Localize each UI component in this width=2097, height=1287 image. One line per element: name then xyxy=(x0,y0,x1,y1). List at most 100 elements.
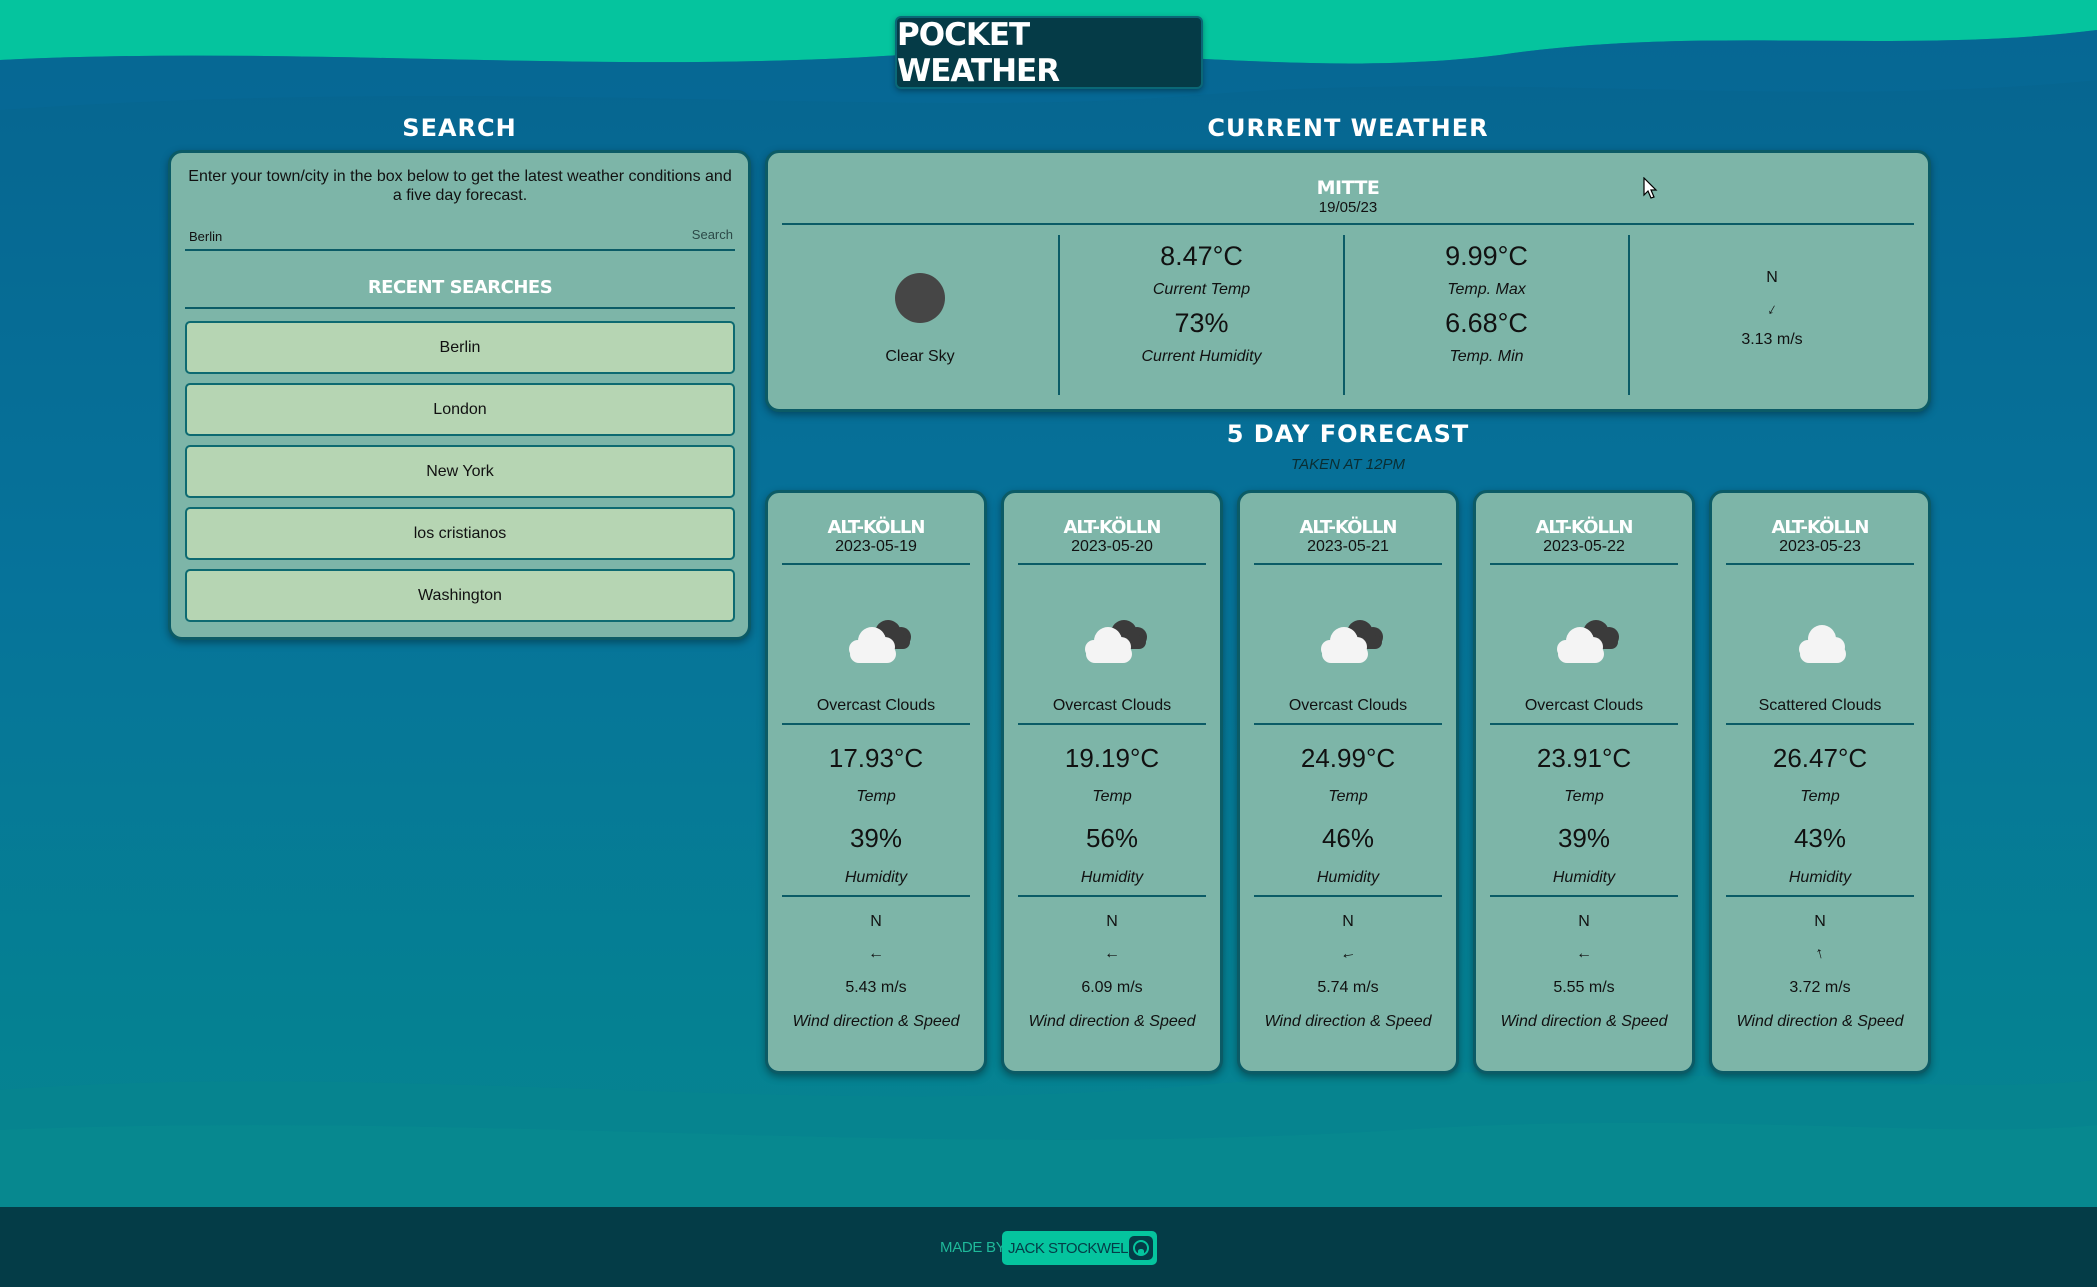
search-intro: Enter your town/city in the box below to… xyxy=(188,168,732,204)
forecast-humidity: 39% xyxy=(1557,823,1611,853)
wind-direction-label: N xyxy=(1766,269,1778,286)
recent-search-item[interactable]: New York xyxy=(185,445,735,498)
current-condition-col: Clear Sky xyxy=(782,235,1058,395)
forecast-date: 2023-05-21 xyxy=(1307,538,1389,555)
recent-searches-heading: RECENT SEARCHES xyxy=(185,277,735,309)
made-by-label: MADE BY xyxy=(940,1239,1006,1256)
author-link[interactable]: JACK STOCKWELL xyxy=(1002,1231,1157,1265)
forecast-wind-label: Wind direction & Speed xyxy=(792,1013,960,1030)
forecast-wind-speed: 5.43 m/s xyxy=(845,979,907,996)
forecast-humidity: 43% xyxy=(1793,823,1847,853)
search-button[interactable]: Search xyxy=(692,227,733,242)
scattered-cloud-icon xyxy=(1782,611,1864,671)
wind-arrow-icon: ← xyxy=(1104,945,1120,962)
forecast-city: ALT-KÖLLN xyxy=(1299,517,1398,538)
forecast-humidity: 46% xyxy=(1321,823,1375,853)
forecast-header: ALT-KÖLLN 2023-05-20 xyxy=(1018,517,1206,565)
forecast-temp-label: Temp xyxy=(1564,788,1604,805)
forecast-wind-direction-label: N xyxy=(1342,913,1354,930)
forecast-wind-speed: 3.72 m/s xyxy=(1789,979,1851,996)
forecast-temp: 26.47°C xyxy=(1772,743,1868,773)
current-weather-panel: MITTE 19/05/23 Clear Sky 8.47°C Current … xyxy=(765,150,1931,412)
temp-min-label: Temp. Min xyxy=(1449,348,1524,365)
wind-arrow-icon: ↑ xyxy=(1813,944,1826,963)
forecast-wind-direction-label: N xyxy=(1106,913,1118,930)
search-heading: SEARCH xyxy=(402,114,517,142)
clear-sky-icon xyxy=(895,273,945,323)
overcast-cloud-icon xyxy=(1310,611,1392,671)
forecast-wind-label: Wind direction & Speed xyxy=(1736,1013,1904,1030)
forecast-condition: Overcast Clouds xyxy=(1018,697,1206,725)
forecast-humidity-label: Humidity xyxy=(1490,869,1678,897)
forecast-wind-label: Wind direction & Speed xyxy=(1500,1013,1668,1030)
temp-max: 9.99°C xyxy=(1445,241,1528,271)
forecast-wind-speed: 5.74 m/s xyxy=(1317,979,1379,996)
forecast-header: ALT-KÖLLN 2023-05-21 xyxy=(1254,517,1442,565)
current-temp: 8.47°C xyxy=(1160,241,1243,271)
wind-arrow-icon: ↓ xyxy=(1764,300,1780,319)
forecast-city: ALT-KÖLLN xyxy=(827,517,926,538)
forecast-subheading: TAKEN AT 12PM xyxy=(1291,456,1405,473)
search-input[interactable] xyxy=(185,225,655,247)
forecast-heading: 5 DAY FORECAST xyxy=(1226,420,1470,448)
forecast-condition: Overcast Clouds xyxy=(1490,697,1678,725)
forecast-temp-label: Temp xyxy=(856,788,896,805)
recent-search-item[interactable]: Washington xyxy=(185,569,735,622)
wind-arrow-icon: ← xyxy=(1576,945,1592,962)
forecast-header: ALT-KÖLLN 2023-05-19 xyxy=(782,517,970,565)
forecast-header: ALT-KÖLLN 2023-05-22 xyxy=(1490,517,1678,565)
current-humidity-label: Current Humidity xyxy=(1141,348,1262,365)
forecast-city: ALT-KÖLLN xyxy=(1771,517,1870,538)
recent-search-item[interactable]: Berlin xyxy=(185,321,735,374)
forecast-humidity: 56% xyxy=(1085,823,1139,853)
forecast-humidity-label: Humidity xyxy=(1254,869,1442,897)
forecast-wind-direction-label: N xyxy=(1814,913,1826,930)
forecast-temp: 19.19°C xyxy=(1064,743,1160,773)
current-wind-col: N ↓ 3.13 m/s xyxy=(1630,235,1914,395)
forecast-wind-direction-label: N xyxy=(870,913,882,930)
forecast-wind-speed: 5.55 m/s xyxy=(1553,979,1615,996)
forecast-card: ALT-KÖLLN 2023-05-21 Overcast Clouds 24.99°… xyxy=(1237,490,1459,1074)
forecast-temp: 23.91°C xyxy=(1536,743,1632,773)
current-humidity: 73% xyxy=(1174,308,1229,338)
current-city: MITTE xyxy=(1316,177,1380,199)
wind-arrow-icon: ← xyxy=(1338,943,1358,964)
author-name: JACK STOCKWELL xyxy=(1008,1239,1136,1257)
forecast-wind-label: Wind direction & Speed xyxy=(1028,1013,1196,1030)
app-logo: POCKET WEATHER xyxy=(895,16,1203,89)
github-icon xyxy=(1129,1236,1153,1260)
wind-speed: 3.13 m/s xyxy=(1741,331,1803,348)
forecast-temp-label: Temp xyxy=(1092,788,1132,805)
current-range-col: 9.99°C Temp. Max 6.68°C Temp. Min xyxy=(1345,235,1628,395)
forecast-header: ALT-KÖLLN 2023-05-23 xyxy=(1726,517,1914,565)
forecast-date: 2023-05-22 xyxy=(1543,538,1625,555)
current-temp-col: 8.47°C Current Temp 73% Current Humidity xyxy=(1060,235,1343,395)
current-date: 19/05/23 xyxy=(1318,199,1378,216)
forecast-wind-direction-label: N xyxy=(1578,913,1590,930)
forecast-wind-speed: 6.09 m/s xyxy=(1081,979,1143,996)
forecast-date: 2023-05-19 xyxy=(835,538,917,555)
search-panel: Enter your town/city in the box below to… xyxy=(168,150,751,640)
forecast-date: 2023-05-23 xyxy=(1779,538,1861,555)
mouse-cursor-icon xyxy=(1643,177,1658,199)
forecast-temp-label: Temp xyxy=(1800,788,1840,805)
forecast-temp-label: Temp xyxy=(1328,788,1368,805)
temp-min: 6.68°C xyxy=(1445,308,1528,338)
footer: MADE BY JACK STOCKWELL xyxy=(0,1207,2097,1287)
current-condition: Clear Sky xyxy=(885,348,955,365)
forecast-card: ALT-KÖLLN 2023-05-19 Overcast Clouds 17.93°… xyxy=(765,490,987,1074)
forecast-city: ALT-KÖLLN xyxy=(1063,517,1162,538)
forecast-card: ALT-KÖLLN 2023-05-20 Overcast Clouds 19.19°… xyxy=(1001,490,1223,1074)
overcast-cloud-icon xyxy=(1074,611,1156,671)
forecast-temp: 17.93°C xyxy=(828,743,924,773)
forecast-card: ALT-KÖLLN 2023-05-22 Overcast Clouds 23.91°… xyxy=(1473,490,1695,1074)
temp-max-label: Temp. Max xyxy=(1447,281,1526,298)
forecast-humidity: 39% xyxy=(849,823,903,853)
recent-search-item[interactable]: los cristianos xyxy=(185,507,735,560)
forecast-humidity-label: Humidity xyxy=(1018,869,1206,897)
forecast-city: ALT-KÖLLN xyxy=(1535,517,1634,538)
forecast-wind-label: Wind direction & Speed xyxy=(1264,1013,1432,1030)
current-weather-heading: CURRENT WEATHER xyxy=(1207,114,1489,142)
recent-search-item[interactable]: London xyxy=(185,383,735,436)
overcast-cloud-icon xyxy=(838,611,920,671)
